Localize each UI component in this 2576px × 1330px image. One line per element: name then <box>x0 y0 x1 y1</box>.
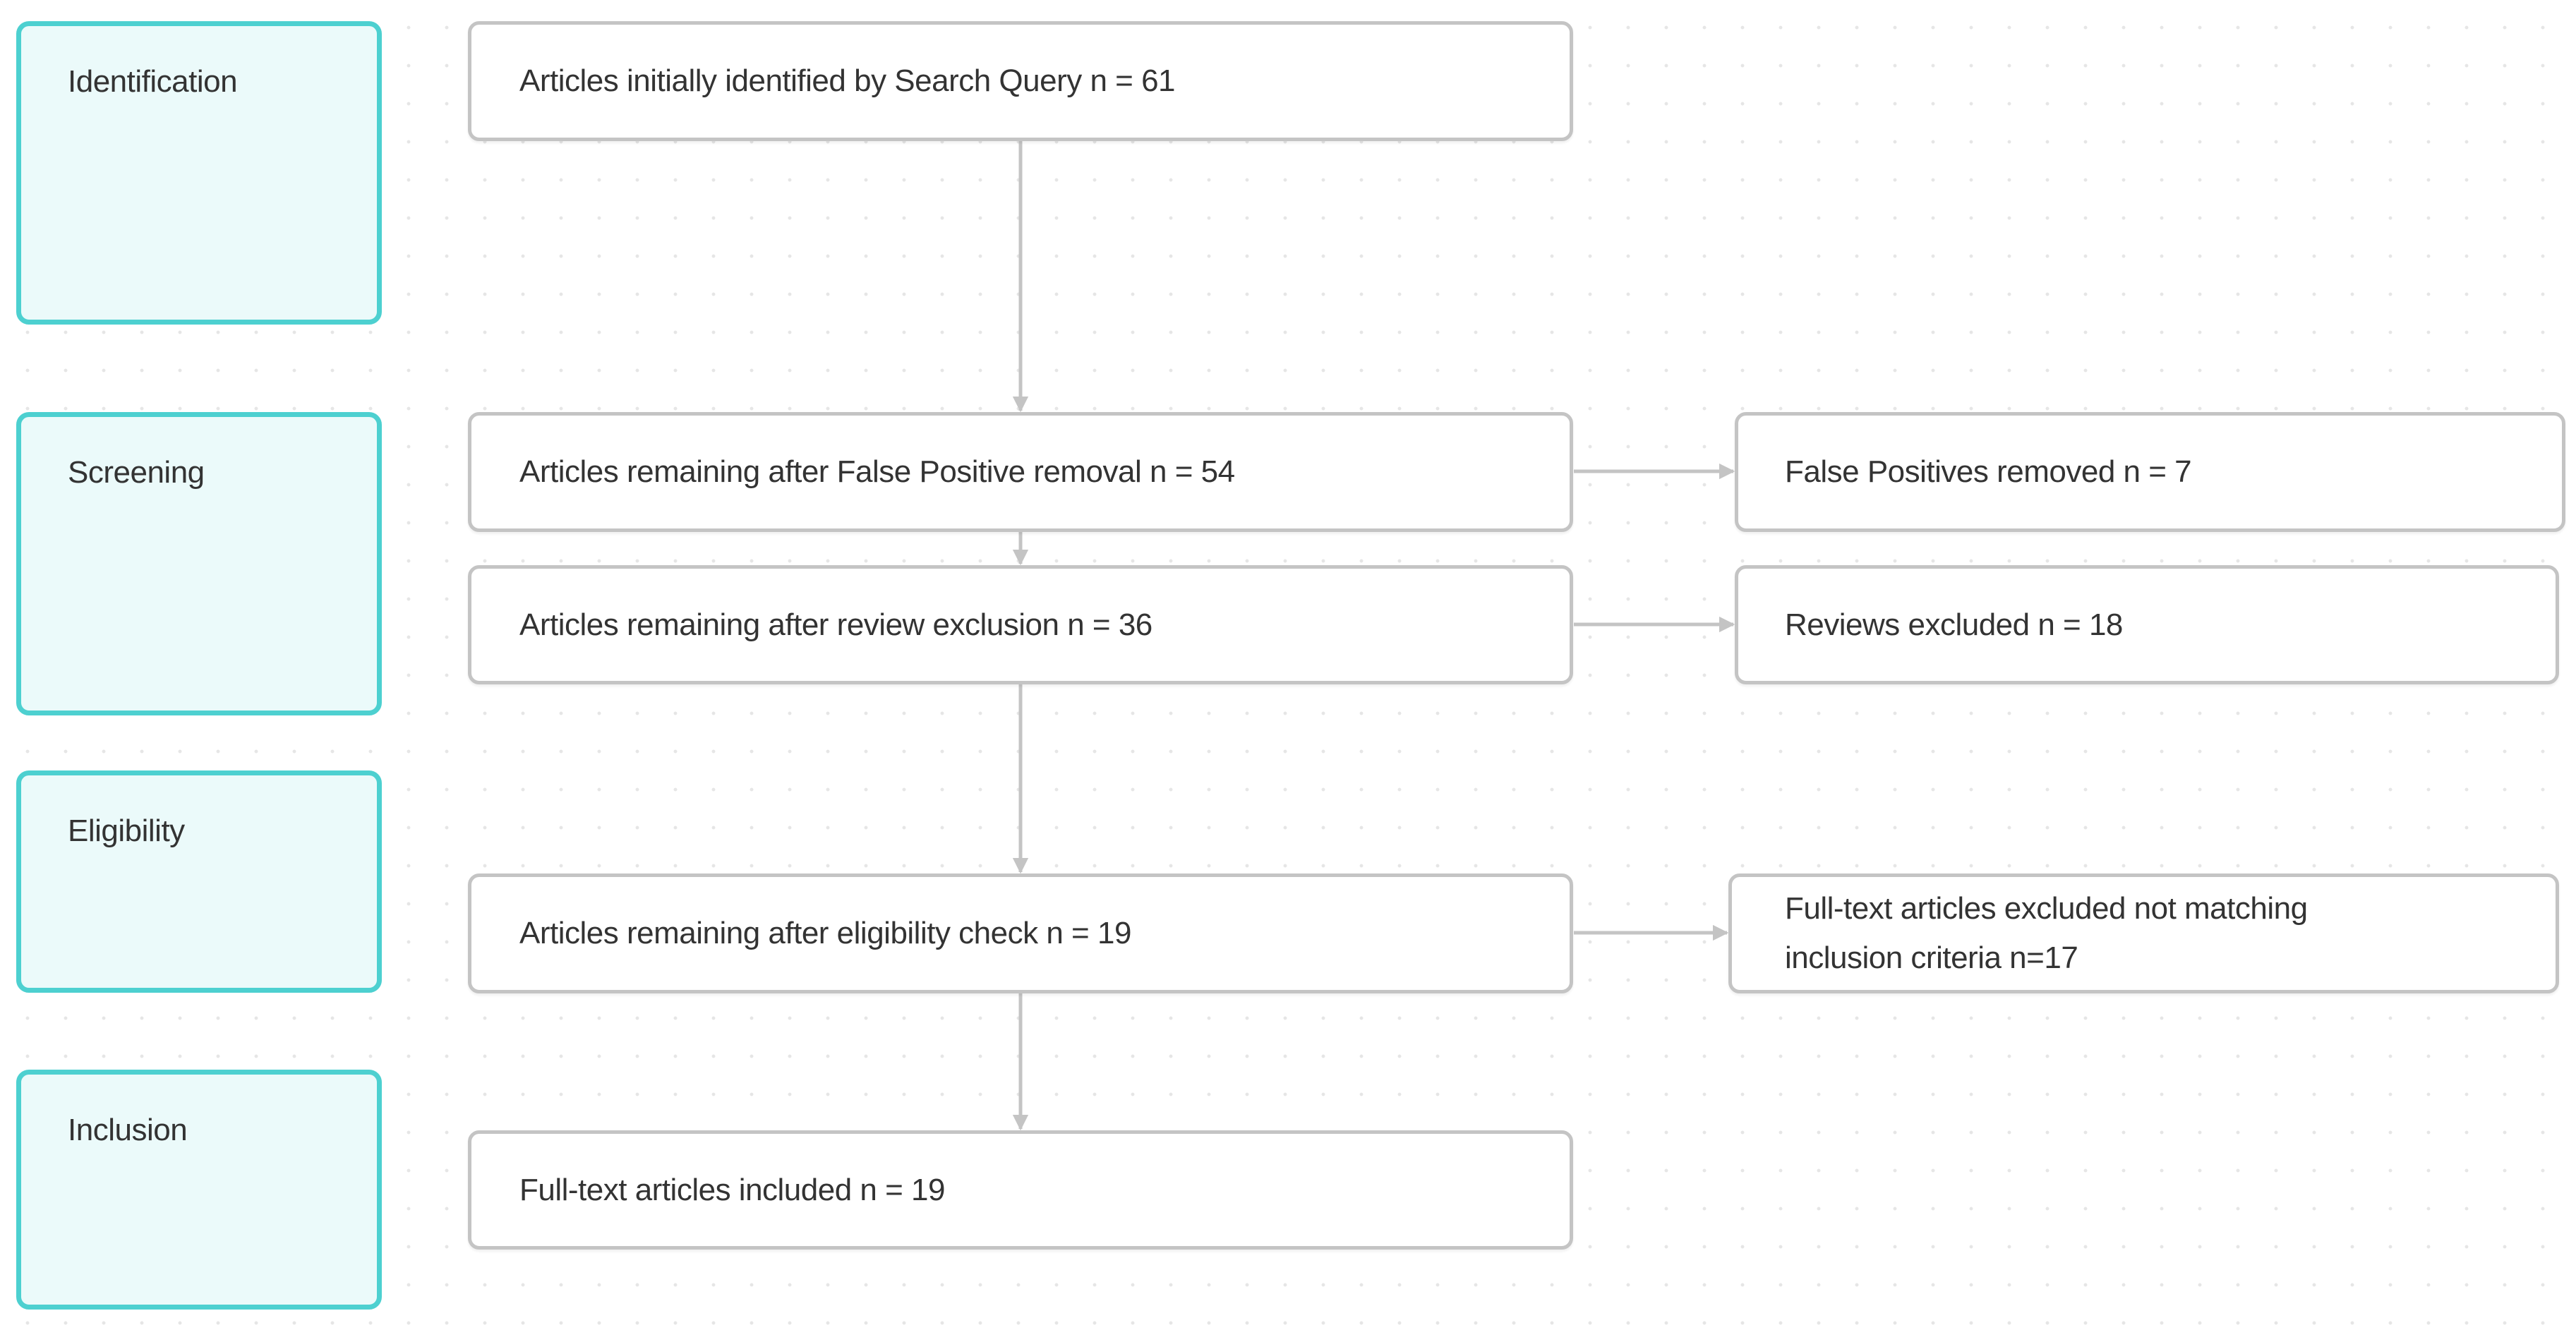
box-text: Full-text articles included n = 19 <box>519 1172 945 1207</box>
box-text: Articles remaining after review exclusio… <box>519 607 1152 642</box>
stage-label: Screening <box>68 455 205 490</box>
stage-inclusion[interactable]: Inclusion <box>16 1070 382 1310</box>
box-text: Articles remaining after False Positive … <box>519 454 1235 489</box>
box-reviews-excluded[interactable]: Reviews excluded n = 18 <box>1735 565 2559 684</box>
stage-label: Eligibility <box>68 814 185 848</box>
box-identified[interactable]: Articles initially identified by Search … <box>468 21 1573 141</box>
stage-label: Identification <box>68 64 238 99</box>
box-full-text-excluded[interactable]: Full-text articles excluded not matching… <box>1728 873 2559 993</box>
box-text: False Positives removed n = 7 <box>1785 454 2192 489</box>
box-false-positives-removed[interactable]: False Positives removed n = 7 <box>1735 412 2565 532</box>
box-text: Full-text articles excluded not matching… <box>1785 891 2308 975</box>
stage-identification[interactable]: Identification <box>16 21 382 325</box>
box-text: Articles remaining after eligibility che… <box>519 916 1131 950</box>
box-full-text-included[interactable]: Full-text articles included n = 19 <box>468 1130 1573 1250</box>
stage-eligibility[interactable]: Eligibility <box>16 770 382 993</box>
stage-label: Inclusion <box>68 1113 188 1147</box>
box-text: Reviews excluded n = 18 <box>1785 607 2123 642</box>
box-after-review-exclusion[interactable]: Articles remaining after review exclusio… <box>468 565 1573 684</box>
box-text: Articles initially identified by Search … <box>519 64 1176 98</box>
box-after-eligibility-check[interactable]: Articles remaining after eligibility che… <box>468 873 1573 993</box>
stage-screening[interactable]: Screening <box>16 412 382 715</box>
box-after-false-positive-removal[interactable]: Articles remaining after False Positive … <box>468 412 1573 532</box>
